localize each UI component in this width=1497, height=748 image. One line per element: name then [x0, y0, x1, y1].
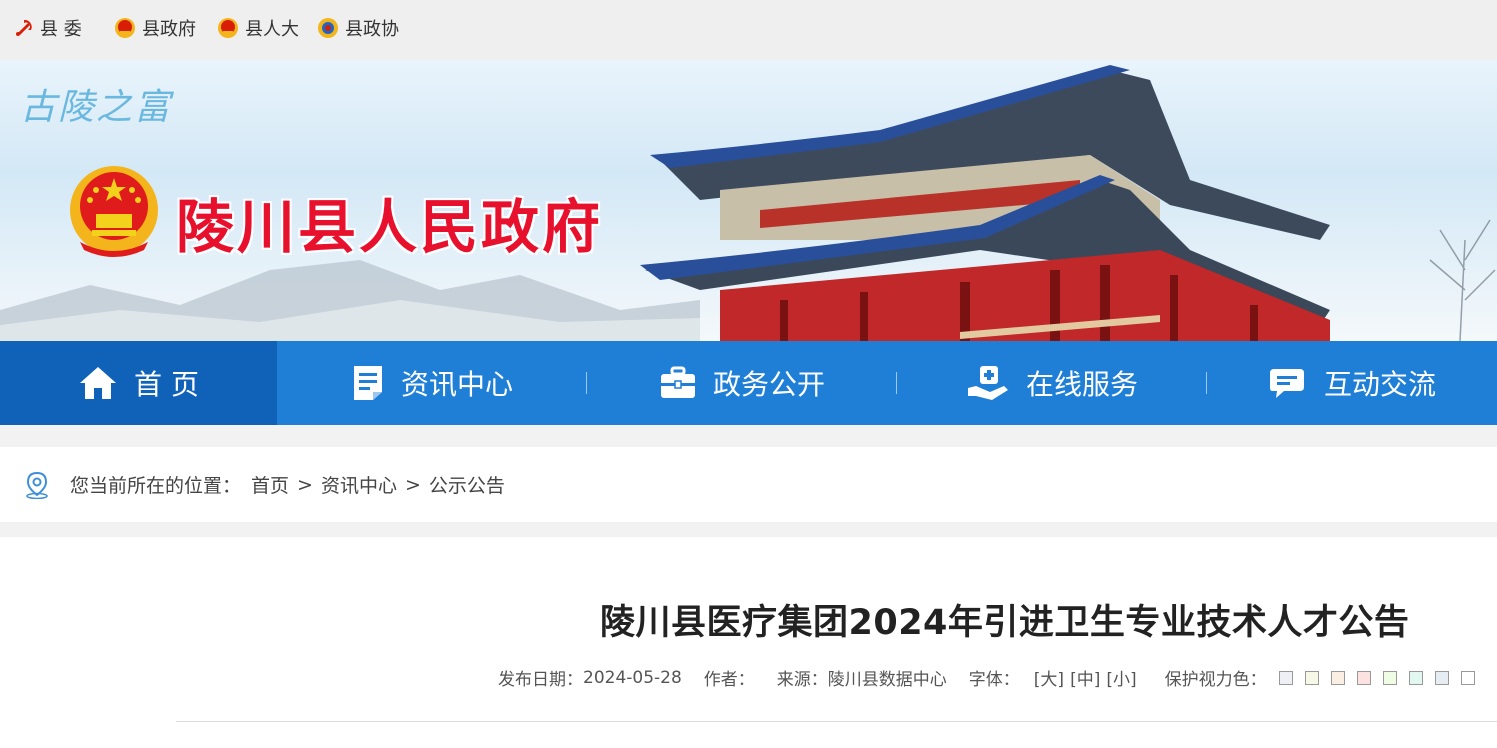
eye-care-label: 保护视力色：	[1164, 670, 1267, 690]
breadcrumb-link-home[interactable]: 首页	[251, 471, 289, 498]
nav-item-label: 资讯中心	[400, 368, 513, 401]
publish-date: 2024-05-28	[583, 667, 682, 688]
national-emblem-logo	[68, 164, 160, 264]
font-size-small-button[interactable]: [小]	[1106, 665, 1136, 690]
topbar-link-label: 县 委	[40, 19, 82, 40]
topbar-link-cppcc[interactable]: 县政协	[317, 16, 399, 40]
nav-item-online-service[interactable]: 在线服务	[897, 341, 1207, 425]
home-icon	[78, 365, 118, 401]
banner-slogan: 古陵之富	[20, 87, 173, 128]
nav-divider	[1206, 372, 1207, 394]
nav-item-label: 政务公开	[712, 368, 825, 401]
breadcrumb: 您当前所在的位置： 首页 > 资讯中心 > 公示公告	[0, 447, 1497, 522]
eye-care-swatch-7[interactable]	[1434, 670, 1449, 685]
eye-care-swatch-3[interactable]	[1330, 670, 1345, 685]
service-hand-icon	[966, 364, 1010, 402]
eye-care-swatch-4[interactable]	[1356, 670, 1371, 685]
header-banner: 古陵之富 陵川县人民政府	[0, 60, 1497, 341]
breadcrumb-link-news[interactable]: 资讯中心	[321, 471, 397, 498]
source-label: 来源：	[776, 670, 828, 690]
site-title: 陵川县人民政府	[176, 193, 604, 261]
divider	[176, 721, 1497, 722]
breadcrumb-link-notices[interactable]: 公示公告	[429, 471, 505, 498]
topbar-link-label: 县政府	[142, 19, 196, 40]
article-title: 陵川县医疗集团2024年引进卫生专业技术人才公告	[600, 603, 1410, 643]
font-size-medium-button[interactable]: [中]	[1070, 665, 1100, 690]
topbar-link-label: 县人大	[245, 19, 299, 40]
nav-item-affairs[interactable]: 政务公开	[587, 341, 897, 425]
nav-item-label: 在线服务	[1025, 368, 1138, 401]
national-emblem-icon	[217, 17, 239, 39]
cppcc-emblem-icon	[317, 17, 339, 39]
nav-item-label: 首 页	[134, 368, 199, 401]
eye-care-swatch-2[interactable]	[1304, 670, 1319, 685]
nav-item-label: 互动交流	[1323, 368, 1436, 401]
national-emblem-icon	[114, 17, 136, 39]
topbar-link-congress[interactable]: 县人大	[217, 16, 299, 40]
eye-care-swatch-6[interactable]	[1408, 670, 1423, 685]
party-emblem-icon	[14, 18, 34, 38]
nav-item-home[interactable]: 首 页	[0, 341, 277, 425]
nav-item-interaction[interactable]: 互动交流	[1207, 341, 1497, 425]
main-nav: 首 页 资讯中心 政务公开 在线服务 互动交流	[0, 341, 1497, 425]
topbar-link-government[interactable]: 县政府	[114, 16, 196, 40]
nav-divider	[586, 372, 587, 394]
briefcase-icon	[659, 366, 697, 400]
eye-care-swatch-5[interactable]	[1382, 670, 1397, 685]
nav-divider	[896, 372, 897, 394]
document-icon	[351, 364, 385, 402]
location-pin-icon	[24, 471, 50, 499]
eye-care-swatch-8[interactable]	[1460, 670, 1475, 685]
topbar-link-label: 县政协	[345, 19, 399, 40]
font-size-label: 字体：	[968, 670, 1020, 690]
breadcrumb-separator: >	[404, 473, 421, 496]
eye-care-swatches	[1267, 670, 1475, 685]
date-label: 发布日期：	[498, 670, 583, 690]
nav-item-news[interactable]: 资讯中心	[277, 341, 587, 425]
topbar-link-party[interactable]: 县 委	[14, 16, 82, 40]
font-size-large-button[interactable]: [大]	[1034, 665, 1064, 690]
eye-care-swatch-1[interactable]	[1278, 670, 1293, 685]
breadcrumb-separator: >	[297, 473, 313, 496]
article-meta: 发布日期： 2024-05-28 作者： 来源： 陵川县数据中心 字体： [大]…	[498, 665, 1475, 690]
source-value: 陵川县数据中心	[827, 670, 947, 690]
chat-icon	[1268, 365, 1308, 401]
top-bar: 县 委 县政府 县人大 县政协	[0, 0, 1497, 60]
article-container: 陵川县医疗集团2024年引进卫生专业技术人才公告 发布日期： 2024-05-2…	[0, 537, 1497, 748]
breadcrumb-prefix: 您当前所在的位置：	[70, 475, 242, 497]
author-label: 作者：	[703, 670, 755, 690]
